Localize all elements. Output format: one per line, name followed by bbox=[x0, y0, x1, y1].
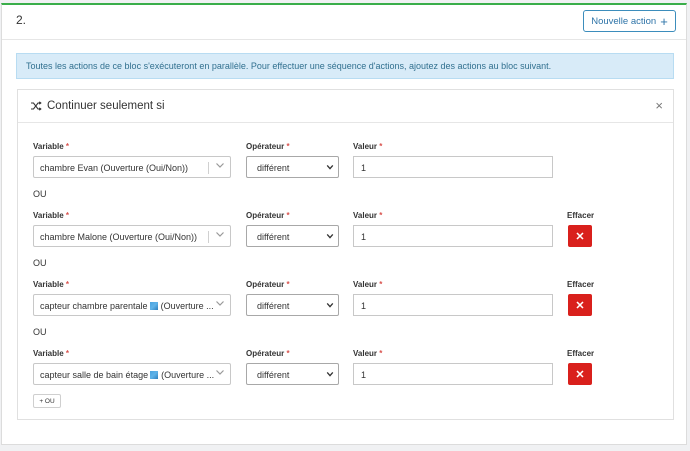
value-input[interactable]: 1 bbox=[353, 156, 553, 178]
value-input[interactable]: 1 bbox=[353, 225, 553, 247]
chevron-down-icon bbox=[216, 370, 224, 375]
delete-button[interactable]: ✕ bbox=[568, 294, 592, 316]
page: 2. Nouvelle action + Toutes les actions … bbox=[0, 0, 690, 451]
plus-icon: + bbox=[660, 13, 668, 29]
chevron-down-icon bbox=[326, 164, 334, 170]
operator-value: différent bbox=[257, 301, 290, 311]
delete-label: Effacer bbox=[567, 211, 595, 220]
condition-title: Continuer seulement si bbox=[47, 100, 165, 112]
variable-value: capteur chambre parentale bbox=[40, 301, 148, 311]
select-divider bbox=[208, 162, 209, 174]
action-block: 2. Nouvelle action + Toutes les actions … bbox=[1, 3, 687, 445]
condition-row: Variable * Opérateur * Valeur * chambre … bbox=[18, 142, 673, 190]
chevron-down-icon bbox=[216, 163, 224, 168]
or-separator: OU bbox=[33, 189, 47, 199]
operator-label: Opérateur * bbox=[246, 349, 290, 358]
chevron-down-icon bbox=[326, 302, 334, 308]
operator-value: différent bbox=[257, 232, 290, 242]
variable-select[interactable]: capteur salle de bain étage (Ouverture ..… bbox=[33, 363, 231, 385]
variable-select[interactable]: capteur chambre parentale (Ouverture ... bbox=[33, 294, 231, 316]
select-divider bbox=[208, 231, 209, 243]
operator-value: différent bbox=[257, 163, 290, 173]
value-label: Valeur * bbox=[353, 349, 383, 358]
chevron-down-icon bbox=[326, 371, 334, 377]
delete-label: Effacer bbox=[567, 349, 595, 358]
block-header: 2. Nouvelle action + bbox=[2, 5, 686, 40]
variable-select[interactable]: chambre Malone (Ouverture (Oui/Non)) bbox=[33, 225, 231, 247]
operator-select[interactable]: différent bbox=[246, 294, 339, 316]
delete-label: Effacer bbox=[567, 280, 595, 289]
add-or-button[interactable]: + OU bbox=[33, 394, 61, 408]
new-action-label: Nouvelle action bbox=[591, 15, 657, 27]
shuffle-icon bbox=[31, 101, 42, 111]
operator-value: différent bbox=[257, 370, 290, 380]
condition-row: Variable * Opérateur * Valeur * Effacer … bbox=[18, 280, 673, 328]
value-input[interactable]: 1 bbox=[353, 363, 553, 385]
variable-label: Variable * bbox=[33, 349, 70, 358]
operator-label: Opérateur * bbox=[246, 142, 290, 151]
new-action-button[interactable]: Nouvelle action + bbox=[583, 10, 676, 32]
condition-header: Continuer seulement si × bbox=[18, 90, 673, 123]
variable-value: chambre Evan (Ouverture (Oui/Non)) bbox=[40, 163, 189, 173]
variable-select[interactable]: chambre Evan (Ouverture (Oui/Non)) bbox=[33, 156, 231, 178]
chevron-down-icon bbox=[326, 233, 334, 239]
info-alert: Toutes les actions de ce bloc s'exécuter… bbox=[16, 53, 674, 79]
value-label: Valeur * bbox=[353, 211, 383, 220]
close-icon[interactable]: × bbox=[655, 99, 663, 112]
variable-suffix: (Ouverture ... bbox=[161, 370, 215, 380]
operator-select[interactable]: différent bbox=[246, 225, 339, 247]
block-number: 2. bbox=[16, 13, 27, 27]
condition-panel: Continuer seulement si × Variable * Opér… bbox=[17, 89, 674, 420]
variable-value: capteur salle de bain étage bbox=[40, 370, 149, 380]
delete-button[interactable]: ✕ bbox=[568, 363, 592, 385]
variable-label: Variable * bbox=[33, 280, 70, 289]
or-separator: OU bbox=[33, 258, 47, 268]
chevron-down-icon bbox=[216, 232, 224, 237]
sensor-icon bbox=[149, 302, 158, 310]
variable-label: Variable * bbox=[33, 142, 70, 151]
operator-label: Opérateur * bbox=[246, 280, 290, 289]
delete-button[interactable]: ✕ bbox=[568, 225, 592, 247]
or-separator: OU bbox=[33, 327, 47, 337]
variable-suffix: (Ouverture ... bbox=[160, 301, 214, 311]
sensor-icon bbox=[150, 371, 159, 379]
value-input[interactable]: 1 bbox=[353, 294, 553, 316]
variable-value: chambre Malone (Ouverture (Oui/Non)) bbox=[40, 232, 198, 242]
variable-label: Variable * bbox=[33, 211, 70, 220]
operator-label: Opérateur * bbox=[246, 211, 290, 220]
operator-select[interactable]: différent bbox=[246, 363, 339, 385]
condition-row: Variable * Opérateur * Valeur * Effacer … bbox=[18, 349, 673, 397]
operator-select[interactable]: différent bbox=[246, 156, 339, 178]
chevron-down-icon bbox=[216, 301, 224, 306]
condition-row: Variable * Opérateur * Valeur * Effacer … bbox=[18, 211, 673, 259]
value-label: Valeur * bbox=[353, 280, 383, 289]
value-label: Valeur * bbox=[353, 142, 383, 151]
